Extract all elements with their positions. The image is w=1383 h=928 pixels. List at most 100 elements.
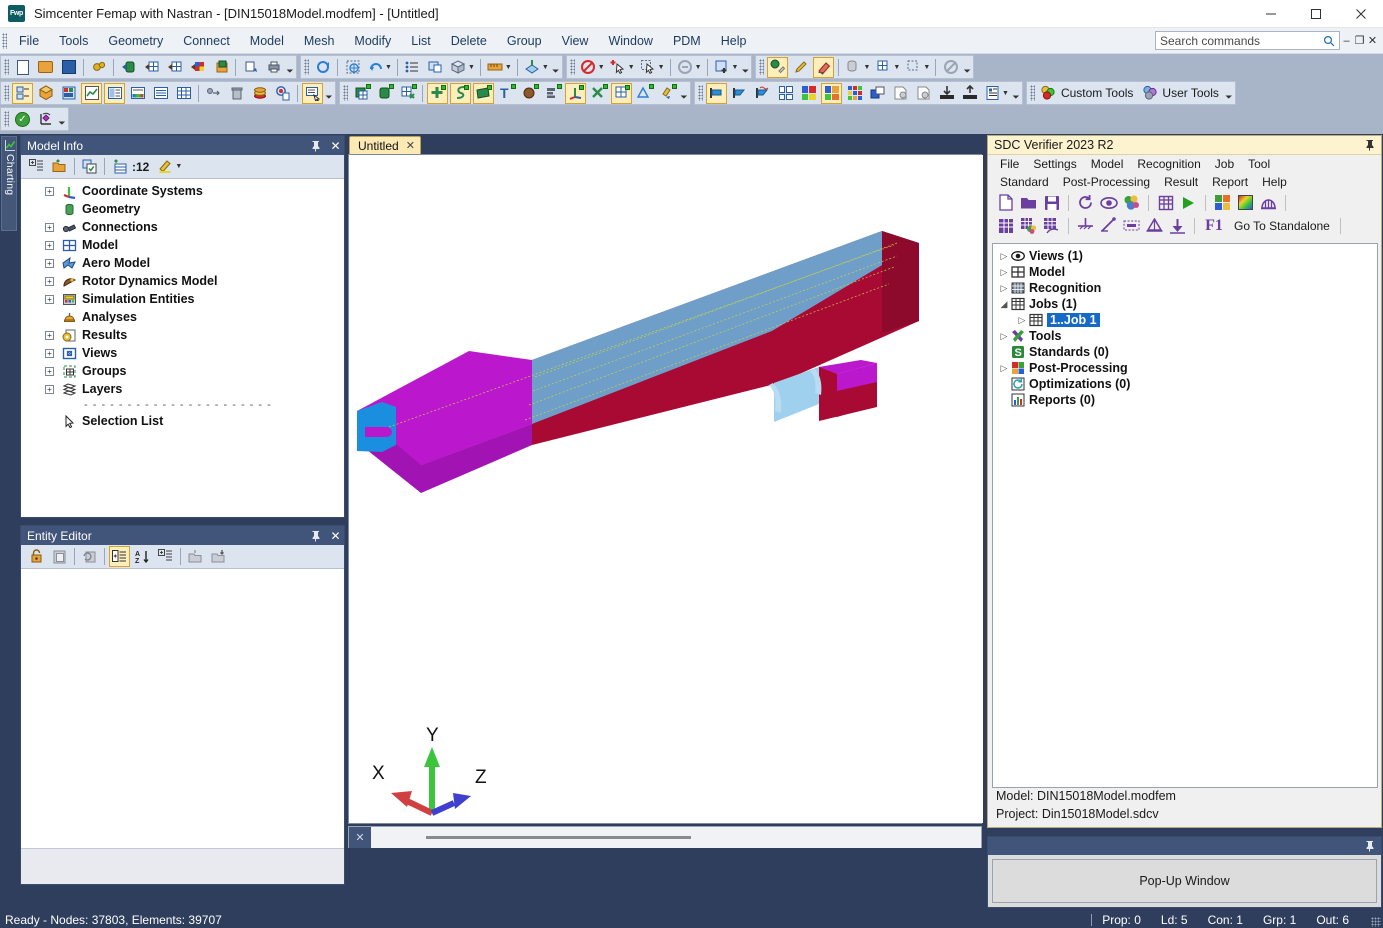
transform-axes-icon[interactable]: [35, 109, 56, 130]
refresh-entity-icon[interactable]: [79, 546, 100, 567]
charting-dock-tab[interactable]: Charting: [1, 136, 17, 231]
menu-file[interactable]: File: [9, 31, 49, 51]
sdc-tree-item-model[interactable]: ▷ Model: [993, 264, 1377, 280]
view-deform-icon[interactable]: [752, 83, 773, 104]
go-to-standalone-button[interactable]: Go To Standalone: [1228, 219, 1335, 233]
sdc-colors-icon[interactable]: [1120, 192, 1143, 213]
data-table-icon[interactable]: [173, 83, 194, 104]
category-view-icon[interactable]: [109, 546, 130, 567]
sdc-symmetry-icon[interactable]: [1143, 215, 1166, 236]
menu-tools[interactable]: Tools: [49, 31, 98, 51]
import-geometry-icon[interactable]: [118, 57, 139, 78]
toolbar-grip[interactable]: [1030, 85, 1035, 101]
connection-tool-icon[interactable]: [203, 83, 224, 104]
add-select-icon[interactable]: [608, 57, 629, 78]
sdc-section-icon[interactable]: [1120, 215, 1143, 236]
select-entity-icon[interactable]: [712, 57, 733, 78]
sdc-menu-result[interactable]: Result: [1157, 175, 1205, 189]
view-options-icon[interactable]: [425, 57, 446, 78]
charting-pane-icon[interactable]: [81, 83, 102, 104]
chevron-down-icon[interactable]: ▼: [175, 163, 182, 170]
menu-mesh[interactable]: Mesh: [294, 31, 345, 51]
tree-item-views[interactable]: + Views: [21, 344, 344, 362]
view-settings-icon[interactable]: [890, 83, 911, 104]
toolbar-overflow-button[interactable]: ⏷: [962, 66, 972, 78]
tree-item-rotor-dynamics-model[interactable]: + Rotor Dynamics Model: [21, 272, 344, 290]
search-input[interactable]: Search commands: [1155, 31, 1340, 50]
model-info-close-icon[interactable]: ✕: [327, 139, 344, 153]
toolbar-overflow-button[interactable]: ⏷: [285, 66, 295, 78]
entity-editor-pin-icon[interactable]: [310, 530, 327, 542]
model-info-pin-icon[interactable]: [310, 140, 327, 152]
menu-model[interactable]: Model: [240, 31, 294, 51]
save-file-icon[interactable]: [58, 57, 79, 78]
tree-item-aero-model[interactable]: + Aero Model: [21, 254, 344, 272]
chevron-down-icon[interactable]: ▼: [505, 64, 512, 71]
tree-item-coordinate-systems[interactable]: + Coordinate Systems: [21, 182, 344, 200]
mesh-edit-icon[interactable]: [873, 57, 894, 78]
show-checkboxes-icon[interactable]: [79, 156, 100, 177]
report-icon[interactable]: [982, 83, 1003, 104]
sdc-support-icon[interactable]: [1074, 215, 1097, 236]
sdc-table-colors-icon[interactable]: [1017, 215, 1040, 236]
layers-stack-icon[interactable]: [249, 83, 270, 104]
sdc-menu-model[interactable]: Model: [1084, 157, 1131, 171]
user-tools-icon[interactable]: [1139, 83, 1160, 104]
sdc-refresh-icon[interactable]: [1074, 192, 1097, 213]
entity-list-icon[interactable]: [150, 83, 171, 104]
cylinder-edit-icon[interactable]: [843, 57, 864, 78]
tree-item-results[interactable]: + Results: [21, 326, 344, 344]
layout-9-icon[interactable]: [844, 83, 865, 104]
sdc-menu-settings[interactable]: Settings: [1026, 157, 1083, 171]
entity-count-icon[interactable]: [109, 156, 130, 177]
lock-icon[interactable]: [26, 546, 47, 567]
expand-arrow-icon[interactable]: ▷: [997, 283, 1011, 294]
chevron-down-icon[interactable]: ▼: [1002, 90, 1009, 97]
open-file-icon[interactable]: [35, 57, 56, 78]
menu-modify[interactable]: Modify: [344, 31, 401, 51]
chevron-down-icon[interactable]: ▼: [732, 64, 739, 71]
tree-item-model[interactable]: + Model: [21, 236, 344, 254]
import-results-icon[interactable]: [187, 57, 208, 78]
sdc-menu-job[interactable]: Job: [1208, 157, 1241, 171]
workplane-icon[interactable]: [522, 57, 543, 78]
meshing-toolbox-icon[interactable]: [35, 83, 56, 104]
probe-results-icon[interactable]: [272, 83, 293, 104]
expand-icon[interactable]: +: [45, 331, 54, 340]
sdc-menu-report[interactable]: Report: [1205, 175, 1255, 189]
open-folder-icon[interactable]: [49, 156, 70, 177]
menu-pdm[interactable]: PDM: [663, 31, 711, 51]
sdc-tree[interactable]: ▷ Views (1) ▷ Model ▷ Recognition ◢: [992, 243, 1378, 788]
expand-icon[interactable]: +: [45, 241, 54, 250]
add-curve-icon[interactable]: [450, 83, 471, 104]
no-select-icon[interactable]: [578, 57, 599, 78]
highlight-pen-icon[interactable]: [155, 156, 176, 177]
expand-arrow-icon[interactable]: ▷: [1015, 315, 1029, 326]
search-icon[interactable]: [1323, 35, 1335, 47]
export-icon[interactable]: [210, 57, 231, 78]
sdc-menu-help[interactable]: Help: [1255, 175, 1294, 189]
sdc-open-icon[interactable]: [1017, 192, 1040, 213]
expand-icon[interactable]: +: [45, 259, 54, 268]
sdc-pin-icon[interactable]: [1364, 139, 1375, 151]
view-export-icon[interactable]: [959, 83, 980, 104]
entity-editor-pane-icon[interactable]: [104, 83, 125, 104]
toolbar-overflow-button[interactable]: ⏷: [1011, 92, 1021, 104]
toolbar-grip[interactable]: [4, 85, 9, 101]
chevron-down-icon[interactable]: ▼: [923, 64, 930, 71]
preferences-gear-icon[interactable]: [88, 57, 109, 78]
view-taper-icon[interactable]: [729, 83, 750, 104]
view-window-icon[interactable]: [867, 83, 888, 104]
mdi-close-button[interactable]: ✕: [1366, 34, 1379, 47]
sdc-table-icon[interactable]: [1154, 192, 1177, 213]
toolbar-overflow-button[interactable]: ⏷: [740, 66, 750, 78]
rotate-model-icon[interactable]: [312, 57, 333, 78]
tree-item-simulation-entities[interactable]: + Simulation Entities: [21, 290, 344, 308]
sdc-tree-item-recognition[interactable]: ▷ Recognition: [993, 280, 1377, 296]
delete-cross-icon[interactable]: [588, 83, 609, 104]
region-edit-icon[interactable]: [903, 57, 924, 78]
mdi-close-tab-icon[interactable]: ✕: [349, 827, 371, 848]
new-mesh-icon[interactable]: [351, 83, 372, 104]
apply-tool-icon[interactable]: [657, 83, 678, 104]
tree-item-groups[interactable]: + Groups: [21, 362, 344, 380]
